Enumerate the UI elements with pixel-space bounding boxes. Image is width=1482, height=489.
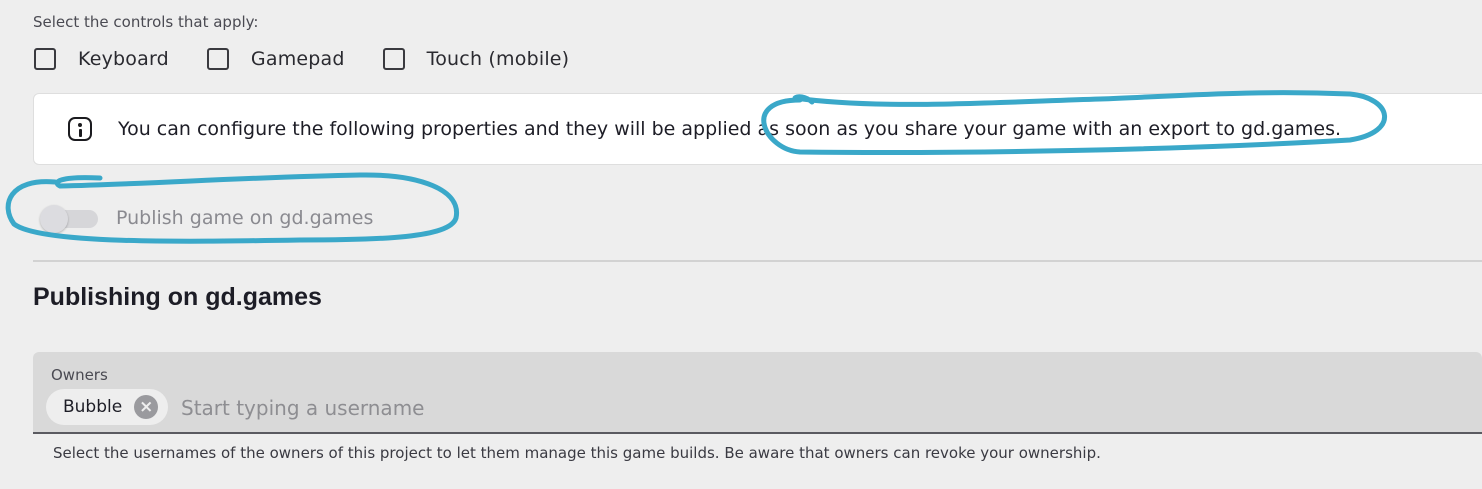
owners-helper-text: Select the usernames of the owners of th…: [53, 444, 1101, 462]
owners-field-label: Owners: [51, 366, 108, 384]
checkbox-label-gamepad: Gamepad: [250, 48, 345, 70]
section-divider: [33, 260, 1482, 262]
checkbox-label-touch: Touch (mobile): [426, 48, 570, 70]
publish-toggle-thumb[interactable]: [40, 205, 68, 233]
checkbox-box[interactable]: [206, 48, 229, 70]
info-alert-text: You can configure the following properti…: [118, 118, 1342, 140]
owners-username-input[interactable]: [181, 394, 781, 422]
checkbox-box[interactable]: [382, 48, 405, 70]
info-icon: [68, 117, 92, 141]
controls-checkbox-row: Keyboard Gamepad Touch (mobile): [34, 48, 607, 70]
checkbox-gamepad[interactable]: Gamepad: [206, 48, 345, 70]
checkbox-touch[interactable]: Touch (mobile): [382, 48, 570, 70]
chip-remove-icon[interactable]: ×: [134, 395, 159, 419]
section-title: Publishing on gd.games: [33, 283, 322, 311]
checkbox-keyboard[interactable]: Keyboard: [34, 48, 169, 70]
checkbox-box[interactable]: [34, 48, 56, 70]
owner-chip[interactable]: Bubble ×: [46, 389, 169, 425]
checkbox-label-keyboard: Keyboard: [78, 48, 169, 70]
controls-label: Select the controls that apply:: [33, 13, 259, 31]
publish-toggle-label: Publish game on gd.games: [116, 207, 374, 229]
owner-chip-label: Bubble: [63, 397, 123, 417]
